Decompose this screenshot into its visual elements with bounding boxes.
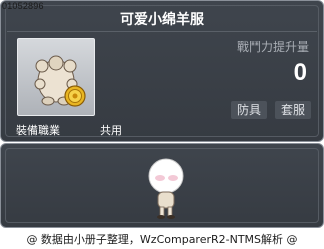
gold-coin-icon: [64, 85, 86, 107]
item-name: 可爱小绵羊服: [120, 12, 204, 28]
tag-defense: 防具: [230, 101, 267, 119]
tag-suit: 套服: [274, 101, 311, 119]
item-icon-frame: [17, 38, 95, 116]
avatar-preview-panel: [0, 143, 324, 228]
character-avatar: [148, 158, 184, 219]
job-value: 共用: [100, 124, 122, 137]
power-label: 戰鬥力提升量: [236, 40, 309, 54]
job-label: 裝備職業: [16, 124, 60, 137]
item-id: 01052896: [2, 1, 44, 11]
power-value: 0: [293, 59, 307, 86]
title-divider: [7, 31, 317, 32]
item-tooltip: 可爱小绵羊服 戰鬥力提升量 0 防具 套服 裝備職業 共用: [0, 0, 324, 142]
footer-credit: @ 数据由小册子整理，WzComparerR2-NTMS解析 @: [26, 233, 298, 246]
